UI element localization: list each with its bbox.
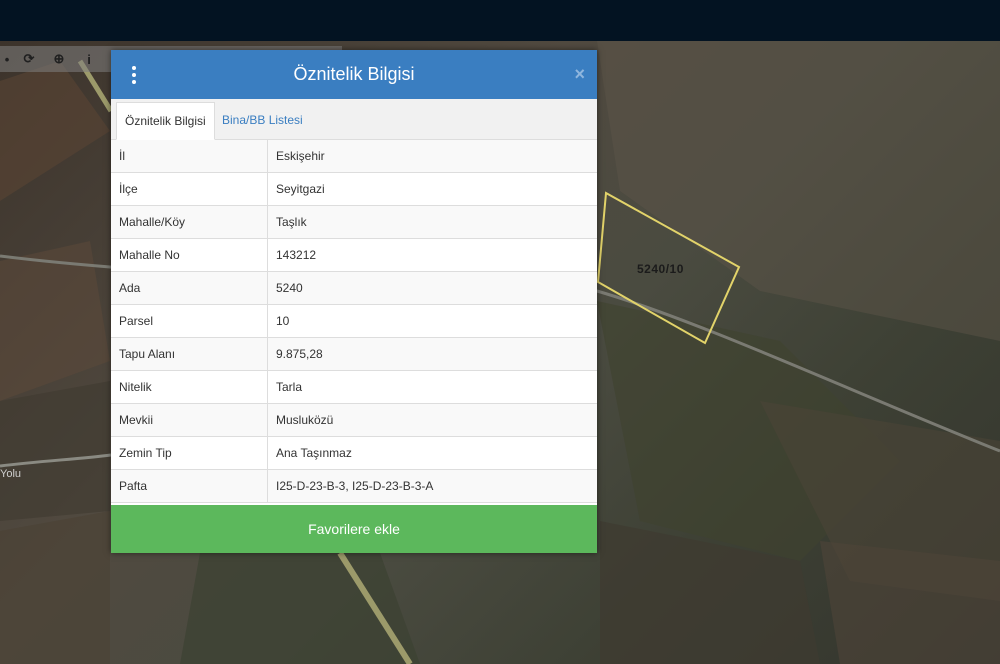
kebab-menu-icon[interactable] [130, 66, 138, 84]
attr-key: Nitelik [111, 370, 268, 404]
attr-key: İlçe [111, 172, 268, 206]
table-row: İlçe Seyitgazi [111, 172, 597, 206]
dialog-title: Öznitelik Bilgisi [293, 64, 415, 84]
table-row: Nitelik Tarla [111, 370, 597, 404]
tab-building-list[interactable]: Bina/BB Listesi [214, 102, 311, 139]
tab-attribute-info[interactable]: Öznitelik Bilgisi [116, 102, 215, 140]
info-icon[interactable]: i [74, 46, 104, 72]
table-row: Ada 5240 [111, 271, 597, 305]
attr-key: Tapu Alanı [111, 337, 268, 371]
attr-value: 143212 [267, 238, 597, 272]
table-row: Zemin Tip Ana Taşınmaz [111, 436, 597, 470]
table-row: Mahalle No 143212 [111, 238, 597, 272]
attr-value: 9.875,28 [267, 337, 597, 371]
table-row: Parsel 10 [111, 304, 597, 338]
attr-key: Parsel [111, 304, 268, 338]
attribute-dialog: Öznitelik Bilgisi × Öznitelik Bilgisi Bi… [111, 50, 597, 553]
attr-value: Seyitgazi [267, 172, 597, 206]
attr-key: Pafta [111, 469, 268, 503]
attr-value: 10 [267, 304, 597, 338]
locate-icon[interactable]: ⊕ [44, 46, 74, 72]
table-row: Pafta I25-D-23-B-3, I25-D-23-B-3-A [111, 469, 597, 503]
attr-value: I25-D-23-B-3, I25-D-23-B-3-A [267, 469, 597, 503]
road-label: Yolu [0, 468, 22, 480]
refresh-icon[interactable]: ⟳ [14, 46, 44, 72]
top-bar [0, 0, 1000, 41]
attr-value: Taşlık [267, 205, 597, 239]
attr-key: Zemin Tip [111, 436, 268, 470]
attr-value: Ana Taşınmaz [267, 436, 597, 470]
attr-key: Mahalle/Köy [111, 205, 268, 239]
attr-key: İl [111, 140, 268, 173]
table-row: İl Eskişehir [111, 140, 597, 173]
table-row: Tapu Alanı 9.875,28 [111, 337, 597, 371]
attr-value: 5240 [267, 271, 597, 305]
table-row: Mevkii Musluközü [111, 403, 597, 437]
attr-value: Eskişehir [267, 140, 597, 173]
attr-key: Mahalle No [111, 238, 268, 272]
attribute-table: İl Eskişehir İlçe Seyitgazi Mahalle/Köy Taş… [111, 140, 597, 503]
add-favorite-button[interactable]: Favorilere ekle [111, 505, 597, 553]
minus-icon[interactable]: • [0, 46, 14, 72]
attr-value: Tarla [267, 370, 597, 404]
parcel-label: 5240/10 [637, 262, 684, 276]
table-row: Mahalle/Köy Taşlık [111, 205, 597, 239]
attr-key: Ada [111, 271, 268, 305]
dialog-header: Öznitelik Bilgisi × [111, 50, 597, 99]
attr-value: Musluközü [267, 403, 597, 437]
close-icon[interactable]: × [574, 64, 585, 85]
attr-key: Mevkii [111, 403, 268, 437]
tab-bar: Öznitelik Bilgisi Bina/BB Listesi [111, 99, 597, 140]
